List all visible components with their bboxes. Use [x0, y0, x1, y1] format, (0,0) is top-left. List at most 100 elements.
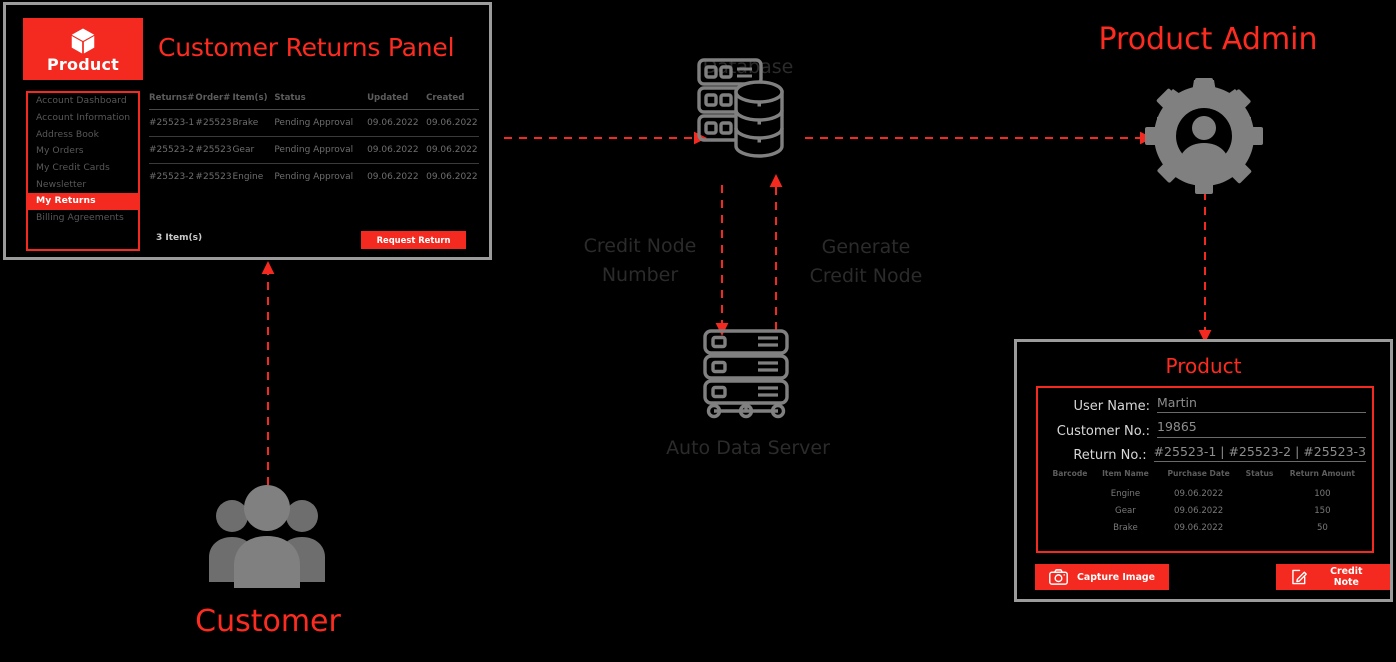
diagram-canvas: Product Customer Returns Panel Account D…	[0, 0, 1396, 662]
camera-icon	[1049, 569, 1068, 585]
returns-table: Returns# Order# Item(s) Status Updated C…	[149, 93, 479, 190]
product-detail-card: Product User Name: Martin Customer No.: …	[1014, 339, 1393, 602]
sidebar-item-my-credit-cards[interactable]: My Credit Cards	[28, 160, 138, 177]
product-card-title: Product	[1165, 354, 1242, 378]
cell-purchase-date: 09.06.2022	[1174, 488, 1224, 499]
customer-no-value[interactable]: 19865	[1157, 420, 1366, 438]
form-row-return-no: Return No.: #25523-1 | #25523-2 | #25523…	[1038, 444, 1372, 464]
cell-barcode	[1046, 502, 1094, 519]
user-name-label: User Name:	[1073, 399, 1151, 415]
cell-updated: 09.06.2022	[367, 172, 419, 182]
cell-status	[1240, 502, 1279, 519]
col-item-name: Item Name	[1102, 469, 1149, 478]
table-row: Engine 09.06.2022 100	[1046, 485, 1366, 502]
sidebar-item-address-book[interactable]: Address Book	[28, 126, 138, 143]
cell-updated: 09.06.2022	[355, 109, 421, 137]
people-group-icon	[205, 484, 329, 592]
cell-order-number: #25523	[195, 172, 232, 182]
brand-logo: Product	[23, 18, 143, 80]
sidebar-item-my-returns[interactable]: My Returns	[28, 193, 138, 210]
cell-item-name: Brake	[1113, 522, 1138, 533]
col-created: Created	[420, 93, 479, 110]
cube-icon	[71, 28, 95, 53]
cell-status: Pending Approval	[268, 109, 356, 137]
sidebar-item-account-information[interactable]: Account Information	[28, 110, 138, 127]
capture-image-button[interactable]: Capture Image	[1035, 564, 1169, 590]
cell-barcode	[1046, 485, 1094, 502]
table-header-row: Barcode Item Name Purchase Date Status R…	[1046, 468, 1366, 485]
cell-return-amount: 100	[1314, 488, 1331, 499]
col-order-number: Order#	[195, 93, 233, 110]
col-purchase-date: Purchase Date	[1167, 469, 1230, 478]
form-row-user-name: User Name: Martin	[1038, 395, 1372, 415]
cell-returns-number: #25523-2	[149, 136, 196, 164]
cell-returns-number: #25523-2	[149, 172, 195, 182]
sidebar-item-account-dashboard[interactable]: Account Dashboard	[28, 93, 138, 110]
cell-item: Engine	[232, 172, 264, 182]
cell-created: 09.06.2022	[420, 136, 479, 164]
cell-updated: 09.06.2022	[355, 136, 421, 164]
database-icon	[690, 55, 805, 164]
customer-label: Customer	[195, 604, 341, 639]
cell-return-amount: 150	[1314, 505, 1331, 516]
cell-item-name: Engine	[1110, 488, 1141, 499]
col-status: Status	[1245, 469, 1274, 478]
table-row: Gear 09.06.2022 150	[1046, 502, 1366, 519]
col-updated: Updated	[355, 93, 421, 110]
col-barcode: Barcode	[1052, 469, 1088, 478]
product-form: User Name: Martin Customer No.: 19865 Re…	[1036, 386, 1374, 553]
cell-created: 09.06.2022	[420, 109, 479, 137]
cell-status: Pending Approval	[274, 172, 354, 182]
cell-order-number: #25523	[195, 109, 233, 137]
pencil-edit-icon	[1292, 569, 1307, 585]
cell-item: Gear	[232, 136, 269, 164]
col-return-amount: Return Amount	[1289, 469, 1356, 478]
cell-purchase-date: 09.06.2022	[1174, 522, 1224, 533]
cell-order-number: #25523	[195, 136, 233, 164]
col-status: Status	[268, 93, 356, 110]
table-row: Brake 09.06.2022 50	[1046, 519, 1366, 536]
flow-label-credit-node-number: Credit Node Number	[555, 232, 725, 291]
brand-name: Product	[47, 54, 119, 74]
sidebar-nav: Account Dashboard Account Information Ad…	[26, 91, 140, 251]
cell-status	[1240, 485, 1279, 502]
auto-data-server-label: Auto Data Server	[666, 437, 830, 459]
flow-label-line-2: Number	[601, 264, 679, 287]
sidebar-item-my-orders[interactable]: My Orders	[28, 143, 138, 160]
cell-item-name: Gear	[1115, 505, 1136, 516]
cell-return-amount: 50	[1316, 522, 1328, 533]
sidebar-item-billing-agreements[interactable]: Billing Agreements	[28, 210, 138, 227]
cell-status: Pending Approval	[268, 136, 356, 164]
request-return-button[interactable]: Request Return	[361, 231, 466, 249]
gear-user-icon	[1145, 78, 1263, 198]
cell-status	[1240, 519, 1279, 536]
sidebar-item-newsletter[interactable]: Newsletter	[28, 176, 138, 193]
product-admin-title: Product Admin	[1098, 22, 1318, 57]
cell-item: Brake	[232, 109, 269, 137]
customer-returns-panel: Product Customer Returns Panel Account D…	[3, 2, 492, 260]
user-name-value[interactable]: Martin	[1157, 395, 1366, 414]
product-items-table: Barcode Item Name Purchase Date Status R…	[1046, 468, 1366, 536]
flow-label-line-1: Credit Node	[583, 235, 697, 257]
cell-returns-number: #25523-1	[149, 109, 196, 137]
flow-label-generate-credit-node: Generate Credit Node	[785, 233, 947, 292]
credit-note-button[interactable]: Credit Note	[1276, 564, 1390, 590]
item-count-label: 3 Item(s)	[156, 233, 203, 243]
cell-created: 09.06.2022	[426, 172, 478, 182]
table-row: #25523-2 #25523 Engine Pending Approval …	[149, 164, 479, 191]
col-items: Item(s)	[232, 93, 269, 110]
flow-label-line-1: Generate	[821, 236, 911, 258]
table-header-row: Returns# Order# Item(s) Status Updated C…	[149, 93, 479, 110]
page-title: Customer Returns Panel	[158, 33, 455, 62]
customer-no-label: Customer No.:	[1056, 423, 1150, 439]
table-row: #25523-1 #25523 Brake Pending Approval 0…	[149, 109, 479, 137]
col-returns-number: Returns#	[149, 93, 196, 110]
return-no-value[interactable]: #25523-1 | #25523-2 | #25523-3	[1153, 444, 1366, 463]
cell-barcode	[1046, 519, 1094, 536]
return-no-label: Return No.:	[1073, 448, 1147, 464]
capture-image-label: Capture Image	[1077, 571, 1155, 583]
form-row-customer-no: Customer No.: 19865	[1038, 420, 1372, 439]
table-row: #25523-2 #25523 Gear Pending Approval 09…	[149, 136, 479, 164]
flow-label-line-2: Credit Node	[809, 265, 923, 288]
cell-purchase-date: 09.06.2022	[1174, 505, 1224, 516]
